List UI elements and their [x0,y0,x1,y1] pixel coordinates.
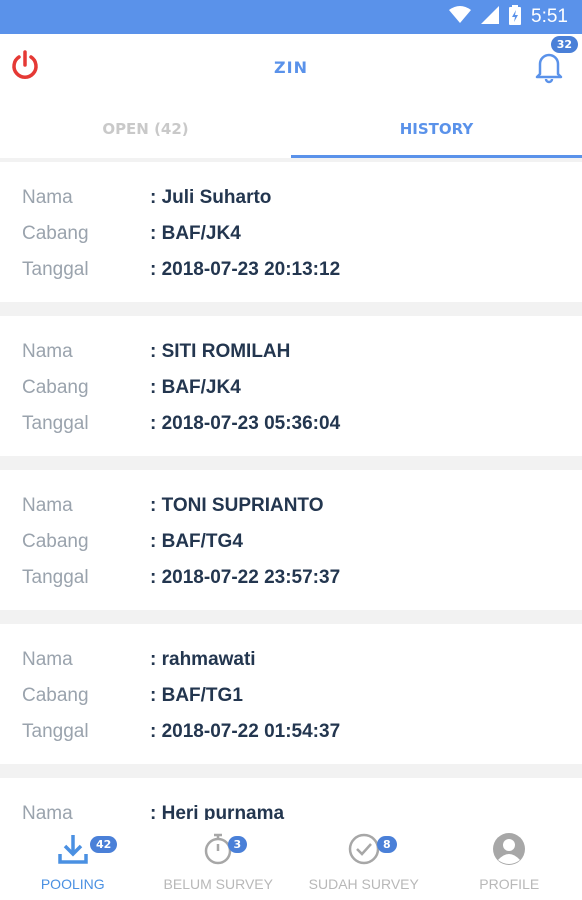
list-item[interactable]: Nama : Juli Suharto Cabang : BAF/JK4 Tangg… [0,162,582,302]
cabang-value: : BAF/TG1 [150,685,243,706]
nav-label: POOLING [40,876,105,892]
nama-value: : Juli Suharto [150,187,272,208]
history-list[interactable]: Nama : Juli Suharto Cabang : BAF/JK4 Tangg… [0,162,582,820]
tanggal-label: Tanggal [22,721,89,742]
tab-bar: OPEN (42) HISTORY [0,100,582,158]
tab-history[interactable]: HISTORY [291,100,582,158]
cabang-value: : BAF/TG4 [150,531,243,552]
nav-label: BELUM SURVEY [163,876,273,892]
nav-belum-survey[interactable]: 3 BELUM SURVEY [146,820,292,900]
page-title: ZIN [274,57,308,77]
status-bar: 5:51 [0,0,582,34]
list-item[interactable]: Nama : rahmawati Cabang : BAF/TG1 Tanggal:… [0,624,582,764]
nama-value: : SITI ROMILAH [150,341,291,362]
tanggal-value: : 2018-07-22 01:54:37 [150,721,341,742]
cabang-label: Cabang [22,531,89,552]
belum-survey-badge: 3 [227,836,248,853]
wifi-icon [449,6,472,28]
bottom-nav: 42 POOLING 3 BELUM SURVEY 8 SUDAH SURVEY [0,820,582,900]
pooling-badge: 42 [90,836,118,853]
nama-label: Nama [22,187,73,208]
nav-label: PROFILE [479,876,540,892]
nama-label: Nama [22,495,73,516]
cabang-value: : BAF/JK4 [150,223,241,244]
app-bar: ZIN 32 [0,34,582,100]
nav-pooling[interactable]: 42 POOLING [0,820,146,900]
cabang-value: : BAF/JK4 [150,377,241,398]
signal-icon [481,6,500,28]
cabang-label: Cabang [22,377,89,398]
cabang-label: Cabang [22,685,89,706]
nav-profile[interactable]: PROFILE [437,820,582,900]
download-icon [56,832,90,870]
status-time: 5:51 [531,6,568,27]
sudah-survey-badge: 8 [377,836,397,853]
nama-label: Nama [22,341,73,362]
tanggal-value: : 2018-07-23 05:36:04 [150,413,341,434]
nav-sudah-survey[interactable]: 8 SUDAH SURVEY [291,820,437,900]
check-circle-icon [347,832,381,870]
tanggal-label: Tanggal [22,259,89,280]
nama-label: Nama [22,649,73,670]
nama-label: Nama [22,803,73,820]
profile-icon [492,832,526,870]
nama-value: : TONI SUPRIANTO [150,495,324,516]
nav-label: SUDAH SURVEY [308,876,419,892]
battery-icon [509,5,522,29]
nama-value: : rahmawati [150,649,256,670]
power-icon[interactable] [8,48,42,82]
notification-badge: 32 [550,36,578,53]
list-item[interactable]: Nama : SITI ROMILAH Cabang : BAF/JK4 Tangg… [0,316,582,456]
tanggal-value: : 2018-07-22 23:57:37 [150,567,341,588]
list-item[interactable]: Nama : TONI SUPRIANTO Cabang : BAF/TG4 Tan… [0,470,582,610]
tanggal-label: Tanggal [22,413,89,434]
tab-open[interactable]: OPEN (42) [0,100,291,158]
tanggal-value: : 2018-07-23 20:13:12 [150,259,341,280]
tanggal-label: Tanggal [22,567,89,588]
nama-value: : Heri purnama [150,803,285,820]
list-item[interactable]: Nama : Heri purnama [0,778,582,820]
bell-icon[interactable] [534,48,564,84]
cabang-label: Cabang [22,223,89,244]
